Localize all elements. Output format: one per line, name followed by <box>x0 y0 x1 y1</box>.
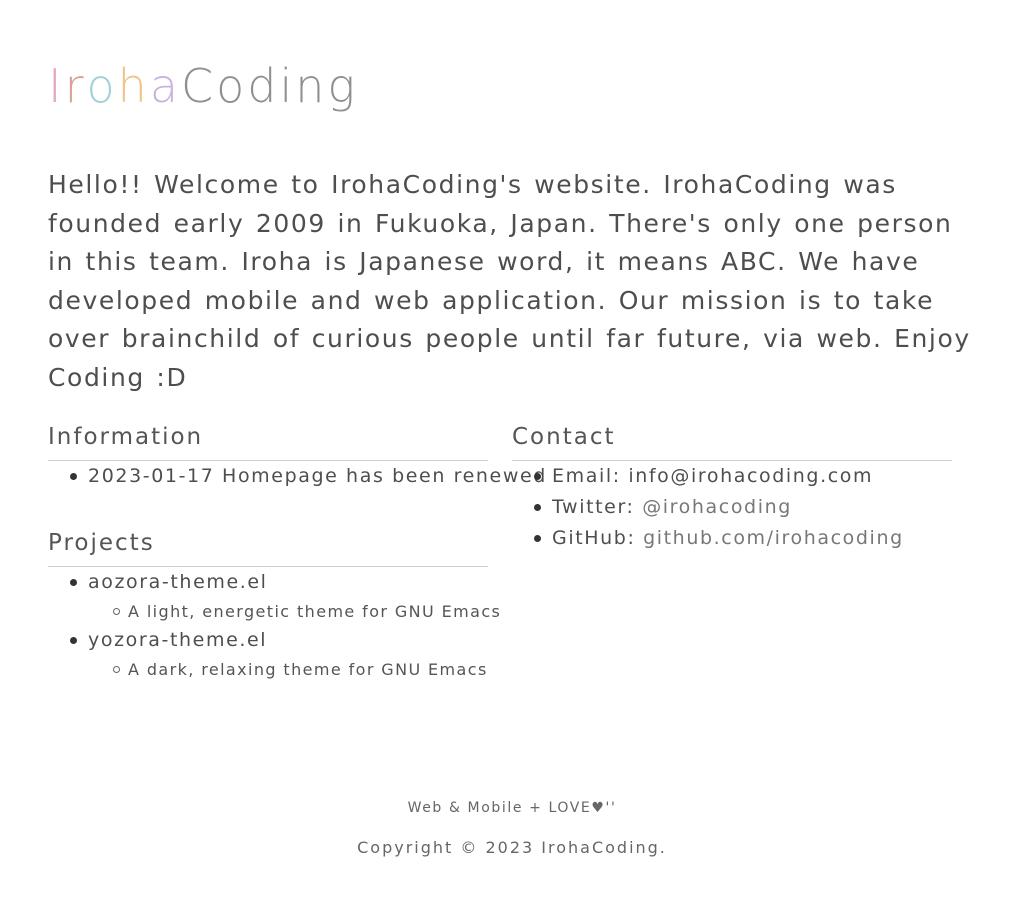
information-item-text: 2023-01-17 Homepage has been renewed <box>88 465 547 487</box>
list-item: Email: info@irohacoding.com <box>512 461 952 492</box>
bullet-icon <box>534 535 541 542</box>
logo-letter-i: I <box>48 59 65 113</box>
projects-heading: Projects <box>48 526 488 567</box>
circle-bullet-icon <box>113 666 120 673</box>
projects-list: aozora-theme.el A light, energetic theme… <box>48 567 500 683</box>
project-link-yozora[interactable]: yozora-theme.el <box>88 629 267 651</box>
contact-list: Email: info@irohacoding.com Twitter: @ir… <box>512 461 952 554</box>
project-description: A light, energetic theme for GNU Emacs <box>128 602 502 621</box>
logo-suffix: Coding <box>181 59 359 113</box>
information-list: 2023-01-17 Homepage has been renewed <box>48 461 545 492</box>
information-heading: Information <box>48 420 488 461</box>
right-column: Contact Email: info@irohacoding.com Twit… <box>512 420 952 554</box>
contact-label-twitter: Twitter: <box>552 496 643 518</box>
email-link[interactable]: info@irohacoding.com <box>628 465 873 487</box>
bullet-icon <box>534 473 541 480</box>
list-item: A light, energetic theme for GNU Emacs <box>88 598 500 625</box>
left-column: Information 2023-01-17 Homepage has been… <box>48 420 545 683</box>
contact-label-github: GitHub: <box>552 527 644 549</box>
github-link[interactable]: github.com/irohacoding <box>643 527 904 549</box>
logo-letter-r: r <box>64 59 87 113</box>
intro-text: Hello!! Welcome to IrohaCoding's website… <box>48 170 971 392</box>
circle-bullet-icon <box>113 608 120 615</box>
bullet-icon <box>534 504 541 511</box>
contact-label-email: Email: <box>552 465 629 487</box>
list-item: GitHub: github.com/irohacoding <box>512 523 952 554</box>
logo-letter-o: o <box>86 59 118 113</box>
footer-tagline: Web & Mobile + LOVE♥'' <box>407 800 617 816</box>
contact-heading: Contact <box>512 420 952 461</box>
project-description-list: A dark, relaxing theme for GNU Emacs <box>88 656 488 683</box>
project-description: A dark, relaxing theme for GNU Emacs <box>128 660 488 679</box>
logo-letter-h: h <box>117 59 150 113</box>
logo-letter-a: a <box>149 59 182 113</box>
list-item: yozora-theme.el A dark, relaxing theme f… <box>48 625 488 683</box>
bullet-icon <box>70 637 77 644</box>
bullet-icon <box>70 579 77 586</box>
list-item: Twitter: @irohacoding <box>512 492 952 523</box>
project-description-list: A light, energetic theme for GNU Emacs <box>88 598 500 625</box>
list-item: aozora-theme.el A light, energetic theme… <box>48 567 500 625</box>
list-item: A dark, relaxing theme for GNU Emacs <box>88 656 488 683</box>
bullet-icon <box>70 473 77 480</box>
site-logo[interactable]: IrohaCoding <box>48 56 358 116</box>
footer-copyright: Copyright © 2023 IrohaCoding. <box>357 838 667 857</box>
twitter-link[interactable]: @irohacoding <box>642 496 792 518</box>
list-item: 2023-01-17 Homepage has been renewed <box>48 461 545 492</box>
project-link-aozora[interactable]: aozora-theme.el <box>88 571 268 593</box>
